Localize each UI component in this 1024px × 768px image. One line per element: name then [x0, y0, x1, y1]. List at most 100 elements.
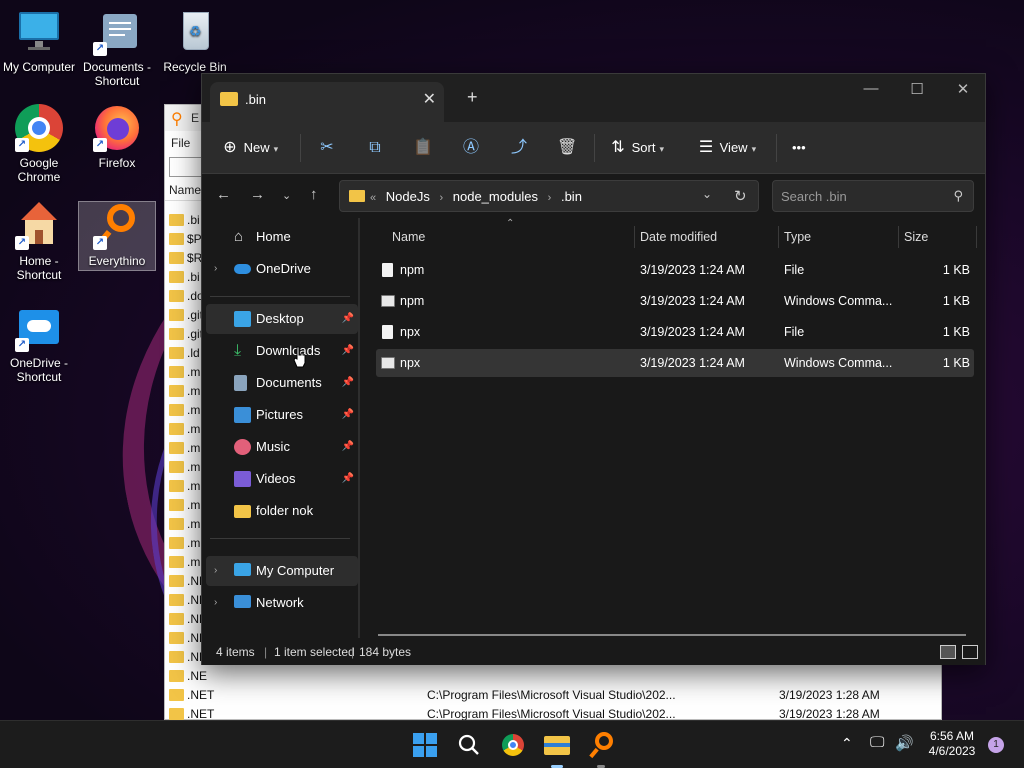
horizontal-scrollbar[interactable]	[378, 634, 966, 636]
file-row[interactable]: npx 3/19/2023 1:24 AM File 1 KB	[376, 318, 974, 346]
tab-bin[interactable]: .bin ✕	[210, 82, 444, 122]
desktop-icon-chrome[interactable]: ↗ Google Chrome	[0, 104, 78, 184]
breadcrumb-bin[interactable]: .bin	[561, 189, 582, 204]
new-tab-button[interactable]: +	[467, 87, 478, 108]
column-divider[interactable]	[976, 226, 977, 248]
breadcrumb-nodejs[interactable]: NodeJs	[386, 189, 430, 204]
volume-icon[interactable]: 🔊	[895, 734, 914, 752]
nav-pane-scrollbar[interactable]	[358, 218, 360, 638]
sort-button[interactable]: ⇅ Sort ▾	[608, 134, 664, 162]
nav-item-documents[interactable]: Documents 📌	[206, 368, 358, 398]
pin-icon[interactable]: 📌	[342, 368, 354, 398]
more-options-button[interactable]: •••	[792, 134, 806, 162]
maximize-button[interactable]: ☐	[894, 80, 940, 98]
column-header-size[interactable]: Size	[904, 230, 928, 244]
pin-icon[interactable]: 📌	[342, 400, 354, 430]
minimize-button[interactable]: —	[848, 80, 894, 97]
desktop-icon-documents-shortcut[interactable]: ↗ Documents - Shortcut	[78, 8, 156, 88]
breadcrumb-node-modules[interactable]: node_modules	[453, 189, 538, 204]
cut-button[interactable]: ✂	[317, 134, 337, 162]
search-icon[interactable]: ⚲	[953, 188, 963, 204]
paste-button[interactable]: 📋	[413, 134, 433, 162]
nav-item-network[interactable]: › Network	[206, 588, 358, 618]
nav-item-pictures[interactable]: Pictures 📌	[206, 400, 358, 430]
nav-item-downloads[interactable]: ⤓ Downloads 📌	[206, 336, 358, 366]
close-window-button[interactable]: ✕	[940, 80, 986, 98]
desktop-icon-home-shortcut[interactable]: ↗ Home - Shortcut	[0, 202, 78, 282]
up-arrow-icon[interactable]: ↑	[310, 186, 318, 203]
column-divider[interactable]	[778, 226, 779, 248]
nav-item-folder-nok[interactable]: folder nok	[206, 496, 358, 526]
everything-result-row[interactable]: .NET C:\Program Files\Microsoft Visual St…	[165, 686, 941, 705]
search-input[interactable]	[781, 187, 941, 205]
chevron-right-icon[interactable]: ›	[214, 254, 217, 284]
column-header-type[interactable]: Type	[784, 230, 811, 244]
nav-item-desktop[interactable]: Desktop 📌	[206, 304, 358, 334]
pin-icon[interactable]: 📌	[342, 464, 354, 494]
nav-item-music[interactable]: Music 📌	[206, 432, 358, 462]
column-divider[interactable]	[898, 226, 899, 248]
clock[interactable]: 6:56 AM 4/6/2023	[925, 729, 979, 759]
document-icon	[234, 375, 247, 391]
file-row[interactable]: npm 3/19/2023 1:24 AM File 1 KB	[376, 256, 974, 284]
notification-badge[interactable]: 1	[988, 737, 1004, 753]
new-button[interactable]: ⊕ New ▾	[220, 134, 278, 162]
status-separator: |	[264, 645, 268, 659]
refresh-icon[interactable]: ↻	[734, 187, 747, 205]
desktop-icon-firefox[interactable]: ↗ Firefox	[78, 104, 156, 170]
start-button[interactable]	[409, 729, 441, 761]
taskbar-search-button[interactable]	[453, 729, 485, 761]
close-tab-icon[interactable]: ✕	[423, 89, 436, 109]
desktop-icon-everything[interactable]: ↗ Everythino	[78, 201, 156, 271]
desktop-icon-my-computer[interactable]: My Computer	[0, 8, 78, 74]
pin-icon[interactable]: 📌	[342, 304, 354, 334]
desktop-icon-onedrive-shortcut[interactable]: ↗ OneDrive - Shortcut	[0, 304, 78, 384]
column-divider[interactable]	[634, 226, 635, 248]
back-arrow-icon[interactable]: ←	[216, 186, 231, 203]
chevron-right-icon[interactable]: ›	[214, 556, 217, 586]
column-name-label[interactable]: Name	[169, 183, 201, 197]
folder-icon	[169, 309, 184, 321]
file-explorer-window[interactable]: .bin ✕ + — ☐ ✕ ⊕ New ▾ ✂ ⧉ 📋 Ⓐ ⤴ 🗑 ⇅ Sort…	[201, 73, 986, 665]
pin-icon[interactable]: 📌	[342, 432, 354, 462]
file-row-selected[interactable]: npx 3/19/2023 1:24 AM Windows Comma... 1…	[376, 349, 974, 377]
file-row[interactable]: npm 3/19/2023 1:24 AM Windows Comma... 1…	[376, 287, 974, 315]
chevron-right-icon[interactable]: ›	[548, 192, 552, 204]
delete-button[interactable]: 🗑	[557, 134, 577, 162]
breadcrumb-overflow[interactable]: «	[370, 192, 376, 204]
network-status-icon[interactable]: 🖵	[870, 734, 884, 751]
column-header-name[interactable]: Name	[392, 230, 425, 244]
search-box[interactable]: ⚲	[772, 180, 974, 212]
nav-item-home[interactable]: ⌂ Home	[206, 222, 358, 252]
nav-divider	[210, 538, 350, 539]
address-history-chevron-icon[interactable]: ⌄	[702, 187, 712, 201]
pin-icon[interactable]: 📌	[342, 336, 354, 366]
everything-search-input[interactable]	[169, 157, 205, 177]
plus-circle-icon: ⊕	[223, 139, 237, 156]
menu-file[interactable]: File	[171, 136, 190, 150]
copy-button[interactable]: ⧉	[365, 134, 385, 162]
explorer-titlebar[interactable]: .bin ✕ + — ☐ ✕	[202, 74, 985, 122]
share-button[interactable]: ⤴	[509, 134, 529, 162]
everything-result-row[interactable]: .NE	[165, 667, 941, 686]
show-hidden-icons-chevron-icon[interactable]: ⌃	[841, 735, 853, 752]
view-button[interactable]: ☰ View ▾	[696, 134, 756, 162]
taskbar-file-explorer[interactable]	[541, 729, 573, 768]
toolbar-divider	[300, 134, 301, 162]
column-header-date-modified[interactable]: Date modified	[640, 230, 717, 244]
address-bar[interactable]: « NodeJs › node_modules › .bin ⌄ ↻	[339, 180, 759, 212]
recent-locations-chevron-icon[interactable]: ⌄	[282, 189, 291, 202]
chevron-right-icon[interactable]: ›	[214, 588, 217, 618]
large-icons-view-icon[interactable]	[962, 645, 978, 659]
taskbar-everything[interactable]	[585, 729, 617, 768]
chevron-right-icon[interactable]: ›	[439, 192, 443, 204]
nav-item-my-computer[interactable]: › My Computer	[206, 556, 358, 586]
nav-item-onedrive[interactable]: › OneDrive	[206, 254, 358, 284]
taskbar-chrome[interactable]	[497, 729, 529, 761]
forward-arrow-icon[interactable]: →	[250, 186, 265, 203]
nav-item-videos[interactable]: Videos 📌	[206, 464, 358, 494]
rename-button[interactable]: Ⓐ	[461, 134, 481, 162]
copy-icon: ⧉	[369, 139, 381, 156]
desktop-icon-recycle-bin[interactable]: ♻ Recycle Bin	[156, 8, 234, 74]
details-view-icon[interactable]	[940, 645, 956, 659]
